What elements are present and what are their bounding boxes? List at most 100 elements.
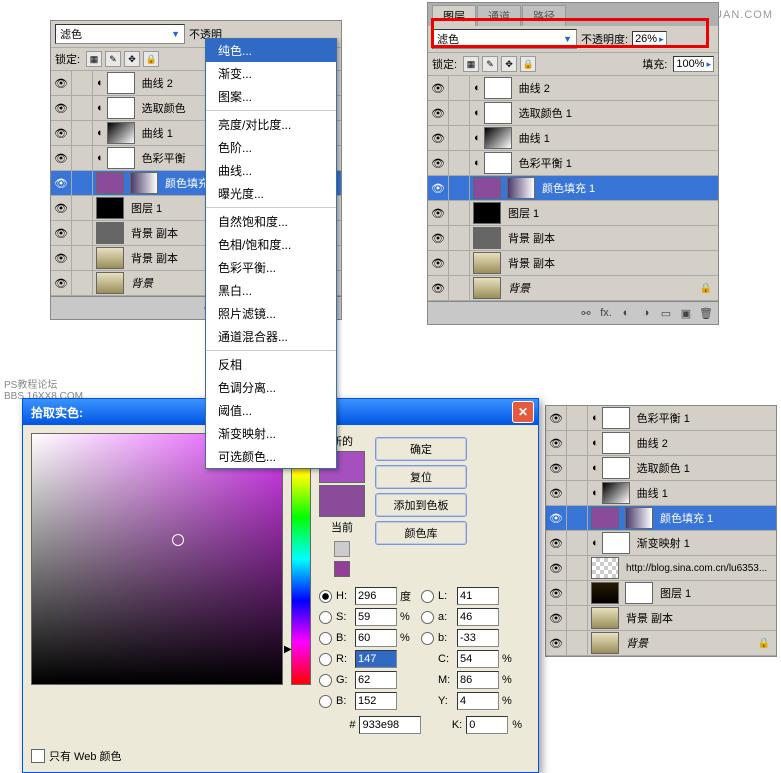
fill-label: 填充: — [642, 56, 667, 72]
menu-colorbalance[interactable]: 色彩平衡... — [206, 256, 336, 279]
ok-button[interactable]: 确定 — [375, 437, 467, 461]
y-input[interactable] — [457, 692, 499, 710]
visibility-icon[interactable]: 👁 — [51, 71, 72, 95]
menu-vibrance[interactable]: 自然饱和度... — [206, 210, 336, 233]
menu-invert[interactable]: 反相 — [206, 353, 336, 376]
layer-row[interactable]: 👁图层 1 — [428, 201, 718, 226]
close-icon[interactable]: ✕ — [512, 401, 534, 423]
visibility-icon[interactable]: 👁 — [51, 221, 72, 245]
layer-row[interactable]: 👁背景 副本 — [428, 251, 718, 276]
menu-hue[interactable]: 色相/饱和度... — [206, 233, 336, 256]
lock-transparent-icon[interactable]: ▦ — [86, 51, 102, 67]
layer-row[interactable]: 👁图层 1 — [546, 581, 776, 606]
layer-row[interactable]: 👁颜色填充 1 — [428, 176, 718, 201]
menu-posterize[interactable]: 色调分离... — [206, 376, 336, 399]
add-swatch-button[interactable]: 添加到色板 — [375, 493, 467, 517]
visibility-icon[interactable]: 👁 — [51, 271, 72, 295]
opacity-value[interactable]: 26%▸ — [632, 31, 667, 47]
cube-icon[interactable] — [334, 541, 350, 557]
layer-row[interactable]: 👁背景 副本 — [428, 226, 718, 251]
layer-row[interactable]: 👁背景🔒 — [546, 631, 776, 656]
m-input[interactable] — [457, 671, 499, 689]
layer-row[interactable]: 👁◐色彩平衡 1 — [546, 406, 776, 431]
menu-channelmixer[interactable]: 通道混合器... — [206, 325, 336, 348]
h-input[interactable] — [355, 587, 397, 605]
blend-mode-select[interactable]: 滤色▼ — [432, 29, 577, 49]
menu-blackwhite[interactable]: 黑白... — [206, 279, 336, 302]
layer-row[interactable]: 👁◐渐变映射 1 — [546, 531, 776, 556]
layer-row[interactable]: 👁◐曲线 1 — [546, 481, 776, 506]
menu-gradient[interactable]: 渐变... — [206, 62, 336, 85]
layer-row[interactable]: 👁http://blog.sina.com.cn/lu6353... — [546, 556, 776, 581]
layer-row[interactable]: 👁◐选取颜色 1 — [428, 101, 718, 126]
menu-curves[interactable]: 曲线... — [206, 159, 336, 182]
radio-h[interactable] — [319, 590, 332, 603]
bl-input[interactable] — [355, 692, 397, 710]
menu-brightness[interactable]: 亮度/对比度... — [206, 113, 336, 136]
layer-row[interactable]: 👁◐曲线 2 — [546, 431, 776, 456]
menu-solid-color[interactable]: 纯色... — [206, 39, 336, 62]
opacity-label: 不透明度: — [581, 31, 628, 47]
lock-paint-icon[interactable]: ✎ — [105, 51, 121, 67]
menu-exposure[interactable]: 曝光度... — [206, 182, 336, 205]
fill-value[interactable]: 100%▸ — [673, 56, 714, 72]
visibility-icon[interactable]: 👁 — [51, 196, 72, 220]
lock-move-icon[interactable]: ✥ — [124, 51, 140, 67]
panel-tabs: 图层 通道 路径 — [428, 3, 718, 26]
menu-levels[interactable]: 色阶... — [206, 136, 336, 159]
radio-a[interactable] — [421, 611, 434, 624]
adjustment-menu: 纯色... 渐变... 图案... 亮度/对比度... 色阶... 曲线... … — [205, 38, 337, 469]
layers-panel-right: 图层 通道 路径 滤色▼ 不透明度: 26%▸ 锁定: ▦✎✥🔒 填充: 100… — [427, 2, 719, 325]
menu-selcolor[interactable]: 可选颜色... — [206, 445, 336, 468]
menu-threshold[interactable]: 阈值... — [206, 399, 336, 422]
visibility-icon[interactable]: 👁 — [51, 171, 72, 195]
tab-paths[interactable]: 路径 — [522, 5, 566, 26]
current-color-swatch — [319, 485, 365, 517]
k-input[interactable] — [466, 716, 508, 734]
layer-row[interactable]: 👁背景 副本 — [546, 606, 776, 631]
color-field[interactable] — [31, 433, 283, 685]
radio-r[interactable] — [319, 653, 332, 666]
r-input[interactable] — [355, 650, 397, 668]
menu-pattern[interactable]: 图案... — [206, 85, 336, 108]
color-marker — [172, 534, 184, 546]
hue-slider[interactable]: ▶ — [291, 433, 311, 685]
layer-row[interactable]: 👁◐曲线 2 — [428, 76, 718, 101]
visibility-icon[interactable]: 👁 — [51, 121, 72, 145]
web-only-checkbox[interactable] — [31, 749, 45, 763]
radio-l[interactable] — [421, 590, 434, 603]
dialog-title: 拾取实色: — [31, 404, 83, 421]
layer-row[interactable]: 👁◐选取颜色 1 — [546, 456, 776, 481]
tab-channels[interactable]: 通道 — [477, 5, 521, 26]
radio-g[interactable] — [319, 674, 332, 687]
lab-b-input[interactable] — [457, 629, 499, 647]
menu-photofilter[interactable]: 照片滤镜... — [206, 302, 336, 325]
g-input[interactable] — [355, 671, 397, 689]
lock-all-icon[interactable]: 🔒 — [143, 51, 159, 67]
a-input[interactable] — [457, 608, 499, 626]
color-lib-button[interactable]: 颜色库 — [375, 521, 467, 545]
visibility-icon[interactable]: 👁 — [51, 96, 72, 120]
blend-mode-select-left[interactable]: 滤色▼ — [55, 24, 185, 44]
layer-row[interactable]: 👁颜色填充 1 — [546, 506, 776, 531]
layer-row[interactable]: 👁◐色彩平衡 1 — [428, 151, 718, 176]
s-input[interactable] — [355, 608, 397, 626]
visibility-icon[interactable]: 👁 — [51, 246, 72, 270]
radio-bl[interactable] — [319, 695, 332, 708]
menu-gradmap[interactable]: 渐变映射... — [206, 422, 336, 445]
dropdown-icon: ▼ — [563, 34, 572, 44]
lock-label: 锁定: — [432, 56, 457, 72]
b-input[interactable] — [355, 629, 397, 647]
c-input[interactable] — [457, 650, 499, 668]
hex-input[interactable] — [359, 716, 421, 734]
layer-row[interactable]: 👁背景🔒 — [428, 276, 718, 301]
radio-lab-b[interactable] — [421, 632, 434, 645]
layer-row[interactable]: 👁◐曲线 1 — [428, 126, 718, 151]
tab-layers[interactable]: 图层 — [432, 5, 476, 26]
visibility-icon[interactable]: 👁 — [51, 146, 72, 170]
radio-s[interactable] — [319, 611, 332, 624]
l-input[interactable] — [457, 587, 499, 605]
cancel-button[interactable]: 复位 — [375, 465, 467, 489]
mini-swatch[interactable] — [334, 561, 350, 577]
radio-b[interactable] — [319, 632, 332, 645]
